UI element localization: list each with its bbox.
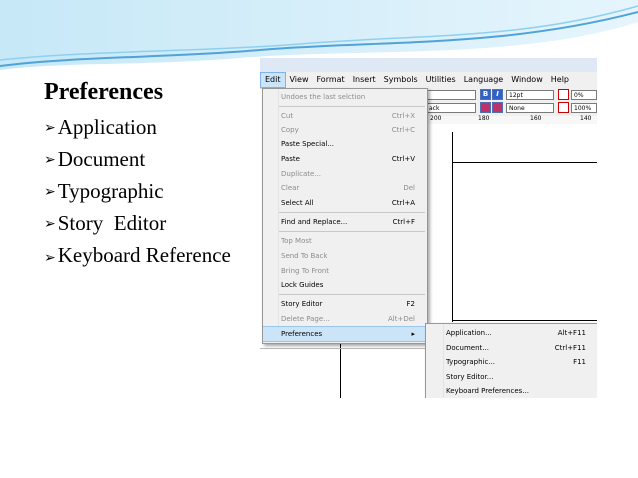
menu-item-select-all[interactable]: Select All Ctrl+A (263, 196, 427, 210)
menu-item-cut[interactable]: Cut Ctrl+X (263, 109, 427, 123)
menu-view[interactable]: View (286, 72, 313, 88)
tracking-icon[interactable] (558, 89, 569, 100)
menu-separator (279, 106, 425, 107)
edit-menu-dropdown: Undoes the last selction Cut Ctrl+X Copy C… (262, 88, 428, 344)
menu-utilities[interactable]: Utilities (422, 72, 460, 88)
slide-text-panel: Preferences ➢ Application ➢ Document ➢ T… (44, 78, 244, 274)
column-guide-line (452, 132, 453, 322)
app-screenshot: Edit View Format Insert Symbols Utilitie… (260, 58, 597, 398)
ruler-tick-label: 200 (430, 115, 442, 122)
menu-separator (279, 212, 425, 213)
scale-icon[interactable] (558, 102, 569, 113)
bullet-keyboard-reference: ➢Keyboard Reference (44, 243, 231, 267)
menu-item-copy[interactable]: Copy Ctrl+C (263, 123, 427, 137)
menu-window[interactable]: Window (507, 72, 547, 88)
menu-item-preferences[interactable]: Preferences ▸ (263, 326, 427, 342)
menu-item-send-to-back[interactable]: Send To Back (263, 249, 427, 263)
submenu-item-typographic[interactable]: Typographic... F11 (426, 355, 597, 369)
shade-dropdown[interactable]: None (506, 103, 554, 113)
arrow-bullet-icon: ➢ (44, 250, 56, 266)
ruler-tick-label: 160 (530, 115, 542, 122)
font-name-dropdown[interactable] (426, 90, 476, 100)
align-right-icon[interactable] (492, 102, 503, 113)
slide-title: Preferences (44, 79, 164, 105)
bullet-document: ➢ Document (44, 144, 244, 176)
submenu-item-document[interactable]: Document... Ctrl+F11 (426, 341, 597, 355)
menu-item-bring-to-front[interactable]: Bring To Front (263, 264, 427, 278)
page-guide-line (340, 342, 341, 398)
menu-item-find-replace[interactable]: Find and Replace... Ctrl+F (263, 215, 427, 229)
menu-separator (279, 231, 425, 232)
menu-item-top-most[interactable]: Top Most (263, 234, 427, 248)
color-dropdown[interactable]: ack (426, 103, 476, 113)
arrow-bullet-icon: ➢ (44, 120, 56, 136)
menu-insert[interactable]: Insert (349, 72, 380, 88)
align-left-icon[interactable] (480, 102, 491, 113)
submenu-item-keyboard-preferences[interactable]: Keyboard Preferences... (426, 384, 597, 398)
menu-edit[interactable]: Edit (260, 72, 286, 88)
tracking-percent-field[interactable]: 0% (571, 90, 597, 100)
bullet-story-editor: ➢ Story Editor (44, 208, 244, 240)
menu-item-clear[interactable]: Clear Del (263, 181, 427, 195)
menu-item-lock-guides[interactable]: Lock Guides (263, 278, 427, 292)
menu-separator (279, 294, 425, 295)
menu-item-delete-page[interactable]: Delete Page... Alt+Del (263, 312, 427, 326)
scale-percent-field[interactable]: 100% (571, 103, 597, 113)
menu-bar: Edit View Format Insert Symbols Utilitie… (260, 72, 597, 89)
submenu-arrow-icon: ▸ (411, 330, 415, 338)
menu-format[interactable]: Format (312, 72, 348, 88)
window-title-strip (260, 58, 597, 72)
page-bottom-edge (452, 320, 597, 321)
menu-item-duplicate[interactable]: Duplicate... (263, 167, 427, 181)
font-size-dropdown[interactable]: 12pt (506, 90, 554, 100)
bullet-typographic: ➢ Typographic (44, 176, 244, 208)
italic-button[interactable]: I (492, 89, 503, 100)
ruler-tick-label: 140 (580, 115, 592, 122)
arrow-bullet-icon: ➢ (44, 152, 56, 168)
bold-button[interactable]: B (480, 89, 491, 100)
menu-symbols[interactable]: Symbols (380, 72, 422, 88)
preferences-submenu: Application... Alt+F11 Document... Ctrl+F1… (425, 323, 597, 398)
menu-language[interactable]: Language (460, 72, 507, 88)
arrow-bullet-icon: ➢ (44, 216, 56, 232)
menu-help[interactable]: Help (547, 72, 573, 88)
ruler-tick-label: 180 (478, 115, 490, 122)
submenu-item-story-editor[interactable]: Story Editor... (426, 370, 597, 384)
menu-item-undo[interactable]: Undoes the last selction (263, 90, 427, 104)
formatting-toolbar: B I 12pt 0% ack None 100% (426, 88, 597, 118)
submenu-item-application[interactable]: Application... Alt+F11 (426, 326, 597, 340)
menu-item-paste-special[interactable]: Paste Special... (263, 137, 427, 151)
bullet-application: ➢ Application (44, 112, 244, 144)
menu-item-paste[interactable]: Paste Ctrl+V (263, 152, 427, 166)
menu-item-story-editor[interactable]: Story Editor F2 (263, 297, 427, 311)
page-top-edge (452, 162, 597, 163)
arrow-bullet-icon: ➢ (44, 184, 56, 200)
